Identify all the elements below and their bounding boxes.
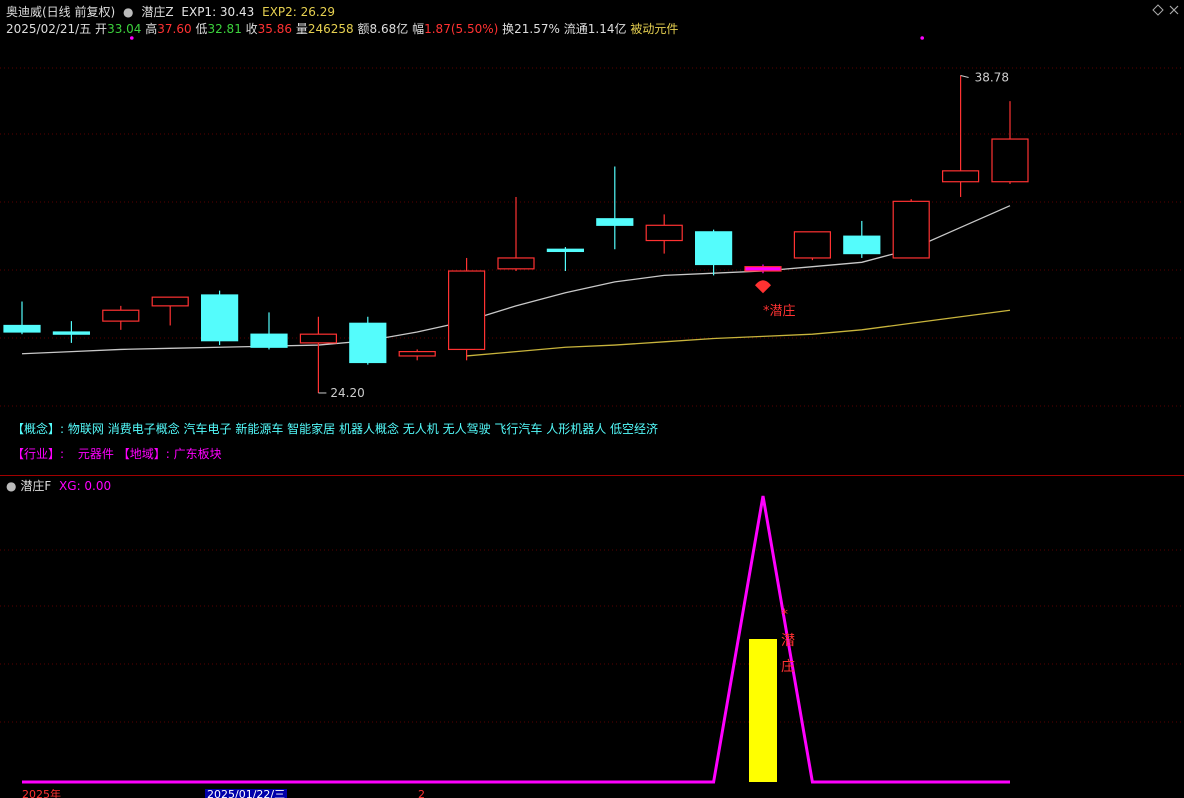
candle-8 bbox=[398, 349, 436, 361]
candle-6 bbox=[299, 316, 337, 393]
candle-body-18 bbox=[892, 200, 930, 259]
max-pointer bbox=[960, 74, 969, 78]
candle-body-7 bbox=[349, 322, 387, 364]
bar-label-char-0: * bbox=[781, 607, 788, 623]
candle-2 bbox=[102, 305, 140, 330]
signal-dot-0 bbox=[130, 36, 134, 40]
candle-20 bbox=[991, 101, 1029, 184]
bottom-axis: 2025年 2025/01/22/三 2 bbox=[0, 789, 1184, 798]
candle-body-17 bbox=[843, 235, 881, 255]
candle-17 bbox=[843, 220, 881, 258]
candle-12 bbox=[596, 166, 634, 250]
concept-row: 【概念】: 物联网 消费电子概念 汽车电子 新能源车 智能家居 机器人概念 无人… bbox=[12, 420, 658, 437]
industry-value: 元器件 bbox=[77, 447, 114, 461]
year-label: 2025年 bbox=[22, 789, 61, 798]
candle-13 bbox=[645, 214, 683, 254]
candle-body-14 bbox=[694, 231, 733, 266]
price-chart[interactable]: 38.78 24.20 *潜庄 bbox=[0, 0, 1184, 476]
concept-label: 【概念】: bbox=[12, 422, 65, 436]
candle-7 bbox=[349, 316, 387, 365]
candle-body-11 bbox=[546, 248, 585, 253]
candle-body-8 bbox=[398, 351, 436, 357]
signal-text: *潜庄 bbox=[763, 303, 796, 319]
candle-body-2 bbox=[102, 309, 140, 322]
candle-body-13 bbox=[645, 224, 683, 242]
signal-dot-1 bbox=[920, 36, 924, 40]
region-value: 广东板块 bbox=[173, 447, 222, 461]
signal-bar bbox=[749, 639, 777, 782]
candle-body-19 bbox=[941, 170, 980, 183]
candle-16 bbox=[793, 231, 832, 261]
candle-10 bbox=[497, 196, 535, 272]
industry-label: 【行业】: bbox=[12, 447, 65, 461]
candle-18 bbox=[892, 199, 930, 259]
candle-4 bbox=[201, 290, 239, 346]
candle-9 bbox=[448, 257, 486, 361]
industry-row: 【行业】: 元器件 【地域】: 广东板块 bbox=[12, 445, 222, 462]
candle-1 bbox=[52, 321, 91, 343]
candle-14 bbox=[694, 229, 733, 276]
candle-body-16 bbox=[793, 231, 832, 259]
candle-3 bbox=[151, 296, 189, 326]
candle-body-12 bbox=[596, 218, 634, 226]
candle-5 bbox=[250, 312, 288, 350]
candle-body-6 bbox=[299, 333, 337, 344]
candle-body-15 bbox=[744, 266, 782, 272]
signal-line bbox=[22, 495, 1010, 784]
candle-0 bbox=[3, 301, 41, 335]
candle-body-3 bbox=[151, 296, 189, 307]
ma2-line bbox=[466, 309, 1011, 357]
candle-19 bbox=[941, 75, 980, 197]
bar-label-char-2: 庄 bbox=[781, 658, 795, 675]
candle-body-10 bbox=[497, 257, 535, 270]
candle-body-0 bbox=[3, 324, 41, 333]
candle-body-5 bbox=[250, 333, 288, 348]
indicator-chart[interactable]: * 潜庄 bbox=[0, 476, 1184, 788]
candle-body-1 bbox=[52, 331, 91, 335]
candle-body-9 bbox=[448, 270, 486, 351]
candle-body-20 bbox=[991, 138, 1029, 183]
candle-body-4 bbox=[201, 294, 239, 342]
candle-11 bbox=[546, 247, 585, 272]
max-price-label: 38.78 bbox=[975, 70, 1009, 84]
min-price-label: 24.20 bbox=[330, 386, 364, 400]
bar-label-char-1: 潜 bbox=[781, 633, 795, 649]
concept-list: 物联网 消费电子概念 汽车电子 新能源车 智能家居 机器人概念 无人机 无人驾驶… bbox=[67, 422, 659, 436]
signal-marker-icon bbox=[755, 280, 771, 294]
axis-marker: 2 bbox=[418, 789, 425, 798]
cursor-date: 2025/01/22/三 bbox=[205, 789, 288, 798]
region-label: 【地域】: bbox=[117, 447, 170, 461]
